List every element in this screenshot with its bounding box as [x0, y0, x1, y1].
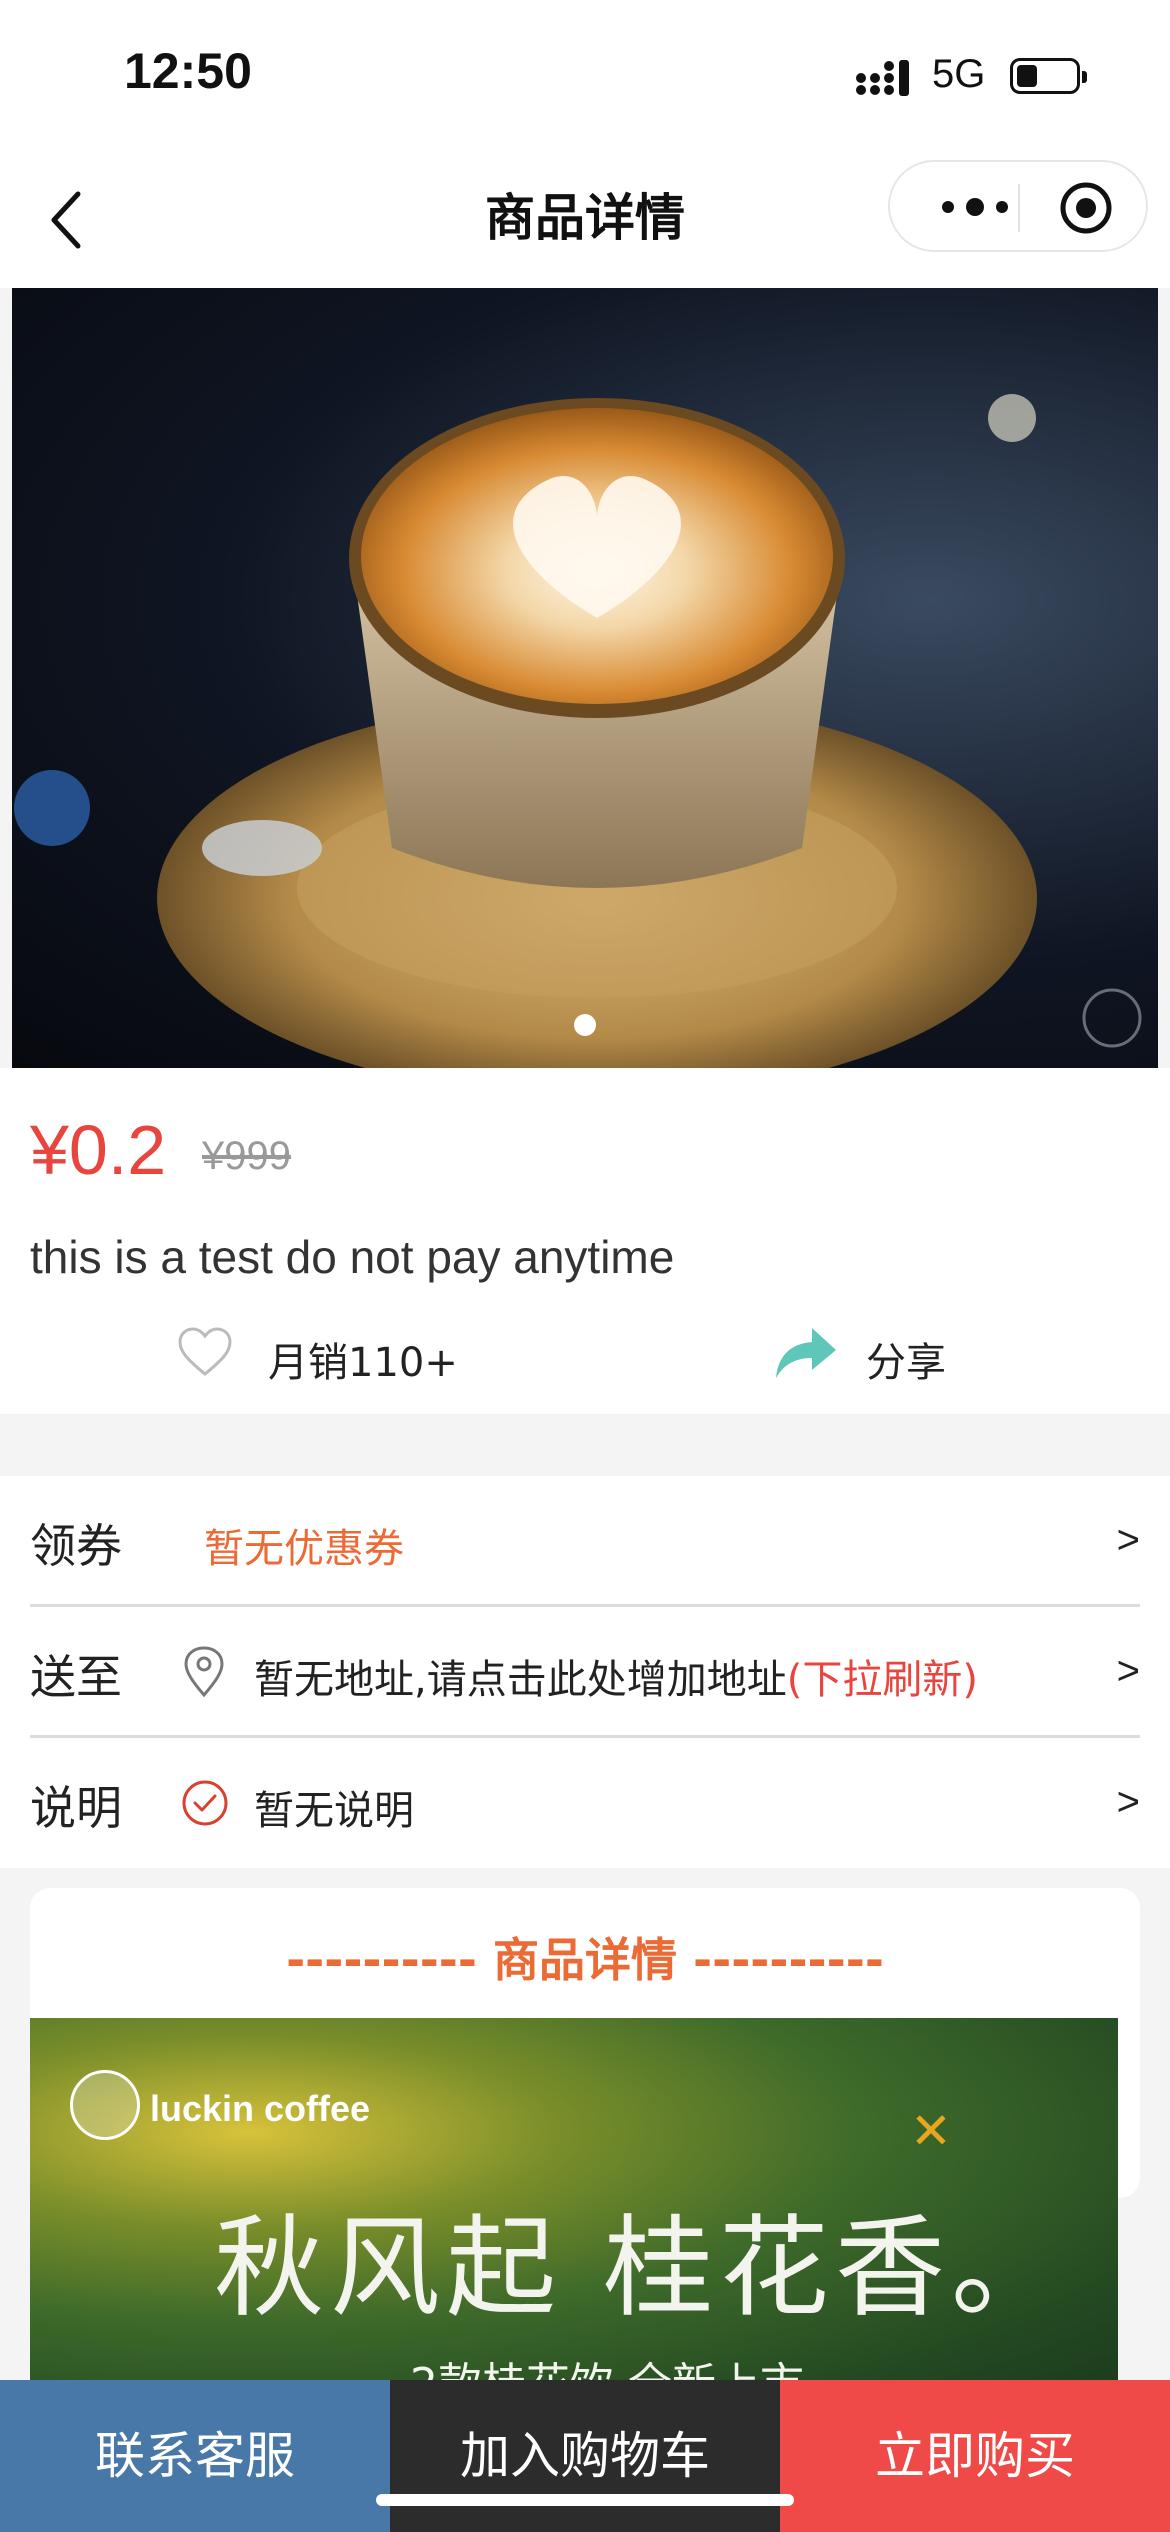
carousel-indicator[interactable]	[574, 1014, 596, 1036]
original-price: ¥999	[202, 1134, 291, 1178]
record-icon[interactable]	[1058, 180, 1114, 236]
delivery-row[interactable]: 送至 暂无地址,请点击此处增加地址(下拉刷新) >	[30, 1607, 1140, 1737]
details-title: ---------- 商品详情 ----------	[286, 1933, 884, 1987]
coffee-illustration	[14, 394, 1142, 1068]
bottom-action-bar: 联系客服 加入购物车 立即购买	[0, 2380, 1170, 2532]
share-label[interactable]: 分享	[866, 1330, 946, 1388]
capsule-divider	[1018, 184, 1020, 232]
nav-bar: 商品详情	[0, 150, 1170, 288]
product-info: ¥0.2 ¥999 this is a test do not pay anyt…	[0, 1068, 1170, 1414]
add-to-cart-button[interactable]: 加入购物车	[390, 2380, 780, 2532]
coupon-label: 领券	[30, 1519, 122, 1573]
delivery-address: 暂无地址,请点击此处增加地址	[254, 1657, 787, 1703]
banner-title: 秋风起 桂花香。	[214, 2204, 1067, 2332]
chevron-right-icon: >	[1116, 1780, 1140, 1824]
buy-now-button[interactable]: 立即购买	[780, 2380, 1170, 2532]
luckin-logo-icon	[70, 2070, 140, 2140]
home-indicator[interactable]	[376, 2494, 794, 2506]
signal-icon	[856, 60, 909, 96]
note-row[interactable]: 说明 暂无说明 >	[30, 1738, 1140, 1868]
current-price: ¥0.2	[30, 1111, 167, 1189]
flower-decoration-icon: ✕	[910, 2102, 952, 2160]
product-image[interactable]	[12, 288, 1158, 1068]
check-circle-icon	[182, 1780, 228, 1826]
chevron-right-icon: >	[1116, 1649, 1140, 1693]
status-bar: 12:50 5G	[0, 0, 1170, 150]
delivery-label: 送至	[30, 1650, 122, 1704]
battery-icon	[1010, 58, 1087, 94]
details-banner: luckin coffee ✕ 秋风起 桂花香。 2款桂花饮 全新上市	[30, 2018, 1118, 2400]
note-value: 暂无说明	[254, 1788, 414, 1834]
coupon-row[interactable]: 领券 暂无优惠券 >	[30, 1476, 1140, 1606]
note-label: 说明	[30, 1781, 122, 1835]
delivery-value: 暂无地址,请点击此处增加地址(下拉刷新)	[254, 1647, 978, 1705]
options-list: 领券 暂无优惠券 > 送至 暂无地址,请点击此处增加地址(下拉刷新) > 说明 …	[0, 1476, 1170, 1868]
heart-icon[interactable]	[176, 1326, 234, 1378]
product-name: this is a test do not pay anytime	[30, 1231, 675, 1283]
share-icon[interactable]	[774, 1324, 838, 1382]
more-icon[interactable]	[930, 190, 1020, 224]
chevron-right-icon: >	[1116, 1518, 1140, 1562]
status-time: 12:50	[124, 43, 252, 99]
location-pin-icon	[184, 1646, 224, 1698]
mini-program-capsule	[888, 160, 1148, 252]
banner-brand: luckin coffee	[150, 2088, 371, 2129]
network-label: 5G	[932, 52, 986, 96]
coupon-value: 暂无优惠券	[204, 1526, 404, 1572]
pull-refresh-hint: (下拉刷新)	[786, 1657, 978, 1703]
contact-service-button[interactable]: 联系客服	[0, 2380, 390, 2532]
monthly-sales: 月销110+	[268, 1340, 458, 1386]
